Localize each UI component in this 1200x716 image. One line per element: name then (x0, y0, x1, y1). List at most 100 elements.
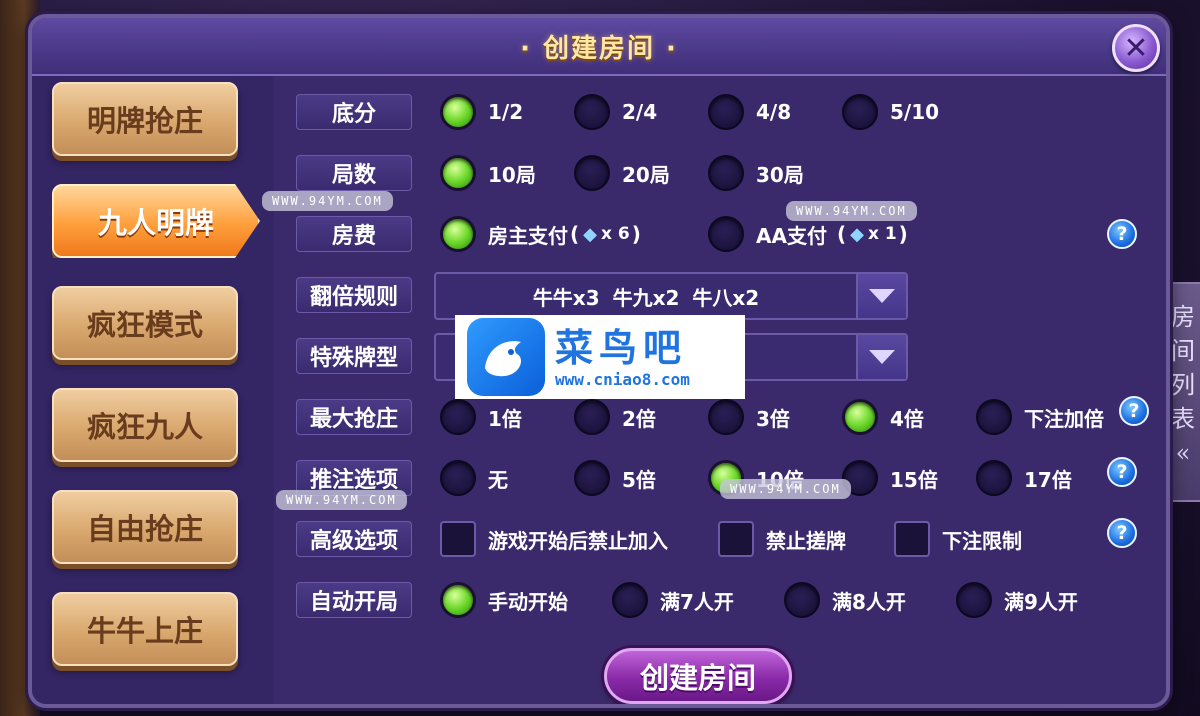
special-cards-label: 特殊牌型 (296, 338, 412, 374)
mode-tab-crazy-nine[interactable]: 疯狂九人 (52, 388, 238, 462)
fee-row: 房费 房主支付 ( ◆ x 6 ) AA支付 ( ◆ x 1 ) ? (274, 208, 1166, 260)
base-score-option[interactable]: 1/2 (440, 86, 523, 138)
room-list-tab-char: 表 (1171, 405, 1195, 433)
checkbox[interactable] (440, 521, 476, 557)
radio[interactable] (574, 155, 610, 191)
logo-text: 菜鸟吧 www.cniao8.com (555, 324, 690, 389)
radio-selected[interactable] (440, 582, 476, 618)
rounds-option[interactable]: 20局 (574, 147, 670, 199)
watermark: WWW.94YM.COM (262, 191, 393, 211)
radio[interactable] (956, 582, 992, 618)
rounds-option[interactable]: 30局 (708, 147, 804, 199)
advanced-option-no-join[interactable]: 游戏开始后禁止加入 (440, 513, 668, 565)
radio[interactable] (708, 155, 744, 191)
fee-label: 房费 (296, 216, 412, 252)
option-label: 30局 (756, 162, 804, 187)
option-label: AA支付 (756, 223, 827, 248)
advanced-label: 高级选项 (296, 521, 412, 557)
radio[interactable] (708, 216, 744, 252)
radio[interactable] (976, 399, 1012, 435)
auto-start-option[interactable]: 满8人开 (784, 574, 906, 626)
close-button[interactable]: ✕ (1112, 24, 1160, 72)
option-label: 下注加倍 (1024, 406, 1104, 431)
dialog-title-bar: · 创建房间 · ✕ (32, 18, 1166, 76)
mode-tab-nine-player-mingpai[interactable]: 九人明牌 (52, 184, 260, 258)
auto-start-label: 自动开局 (296, 582, 412, 618)
base-score-label: 底分 (296, 94, 412, 130)
mode-tab-mingpai-qiangzhuang[interactable]: 明牌抢庄 (52, 82, 238, 156)
radio[interactable] (842, 94, 878, 130)
base-score-option[interactable]: 4/8 (708, 86, 791, 138)
push-bet-row: 推注选项 无 5倍 10倍 15倍 17倍 ? (274, 452, 1166, 504)
mode-tab-free-grab[interactable]: 自由抢庄 (52, 490, 238, 564)
mode-tab-crazy-mode[interactable]: 疯狂模式 (52, 286, 238, 360)
advanced-option-bet-limit[interactable]: 下注限制 (894, 513, 1022, 565)
base-score-option[interactable]: 2/4 (574, 86, 657, 138)
option-label: 1/2 (488, 100, 524, 124)
radio-selected[interactable] (440, 216, 476, 252)
advanced-row: 高级选项 游戏开始后禁止加入 禁止搓牌 下注限制 ? (274, 513, 1166, 565)
create-room-button[interactable]: 创建房间 (604, 648, 792, 704)
double-rule-dropdown[interactable]: 牛牛x3 牛九x2 牛八x2 (434, 272, 908, 320)
checkbox[interactable] (718, 521, 754, 557)
radio[interactable] (440, 399, 476, 435)
radio[interactable] (976, 460, 1012, 496)
option-label: 5倍 (622, 467, 656, 492)
fee-option-owner[interactable]: 房主支付 ( ◆ x 6 ) (440, 208, 641, 260)
option-label: 4倍 (890, 406, 924, 431)
push-bet-option[interactable]: 15倍 (842, 452, 938, 504)
radio[interactable] (708, 94, 744, 130)
option-label: 2倍 (622, 406, 656, 431)
option-label: 5/10 (890, 100, 940, 124)
max-grab-option[interactable]: 4倍 (842, 391, 924, 443)
push-bet-option[interactable]: 无 (440, 452, 508, 504)
max-grab-help-icon[interactable]: ? (1119, 396, 1149, 426)
option-label: 满9人开 (1004, 589, 1078, 614)
option-label: 17倍 (1024, 467, 1072, 492)
radio[interactable] (784, 582, 820, 618)
push-bet-option[interactable]: 5倍 (574, 452, 656, 504)
base-score-row: 底分 1/2 2/4 4/8 5/10 (274, 86, 1166, 138)
room-list-tab-char: 房 (1171, 303, 1195, 331)
option-label: 3倍 (756, 406, 790, 431)
radio-selected[interactable] (842, 399, 878, 435)
radio[interactable] (574, 399, 610, 435)
advanced-option-no-rub[interactable]: 禁止搓牌 (718, 513, 846, 565)
checkbox[interactable] (894, 521, 930, 557)
cost-open-paren: ( (836, 222, 847, 246)
option-label: 1倍 (488, 406, 522, 431)
double-rule-row: 翻倍规则 牛牛x3 牛九x2 牛八x2 (274, 269, 1166, 321)
double-rule-value: 牛牛x3 牛九x2 牛八x2 (532, 285, 760, 310)
dropdown-arrow-button[interactable] (856, 335, 906, 379)
option-label: 禁止搓牌 (766, 528, 846, 553)
logo-name: 菜鸟吧 (555, 324, 688, 370)
radio[interactable] (440, 460, 476, 496)
radio[interactable] (612, 582, 648, 618)
radio[interactable] (574, 94, 610, 130)
radio[interactable] (574, 460, 610, 496)
room-list-tab-char: 列 (1171, 371, 1195, 399)
option-label: 满7人开 (660, 589, 734, 614)
auto-start-option[interactable]: 满9人开 (956, 574, 1078, 626)
base-score-option[interactable]: 5/10 (842, 86, 939, 138)
fee-help-icon[interactable]: ? (1107, 219, 1137, 249)
close-icon: ✕ (1123, 30, 1149, 66)
max-grab-option[interactable]: 下注加倍 (976, 391, 1104, 443)
chevron-down-icon (869, 289, 895, 303)
radio[interactable] (708, 399, 744, 435)
diamond-icon: ◆ (583, 223, 597, 245)
rounds-option[interactable]: 10局 (440, 147, 536, 199)
radio-selected[interactable] (440, 155, 476, 191)
auto-start-option[interactable]: 满7人开 (612, 574, 734, 626)
dropdown-arrow-button[interactable] (856, 274, 906, 318)
push-bet-help-icon[interactable]: ? (1107, 457, 1137, 487)
radio-selected[interactable] (440, 94, 476, 130)
auto-start-row: 自动开局 手动开始 满7人开 满8人开 满9人开 (274, 574, 1166, 626)
advanced-help-icon[interactable]: ? (1107, 518, 1137, 548)
option-label: 4/8 (756, 100, 792, 124)
push-bet-option[interactable]: 17倍 (976, 452, 1072, 504)
watermark: WWW.94YM.COM (276, 490, 407, 510)
cost-amount: x 6 (600, 224, 630, 244)
auto-start-option[interactable]: 手动开始 (440, 574, 568, 626)
mode-tab-niuniu-banker[interactable]: 牛牛上庄 (52, 592, 238, 666)
